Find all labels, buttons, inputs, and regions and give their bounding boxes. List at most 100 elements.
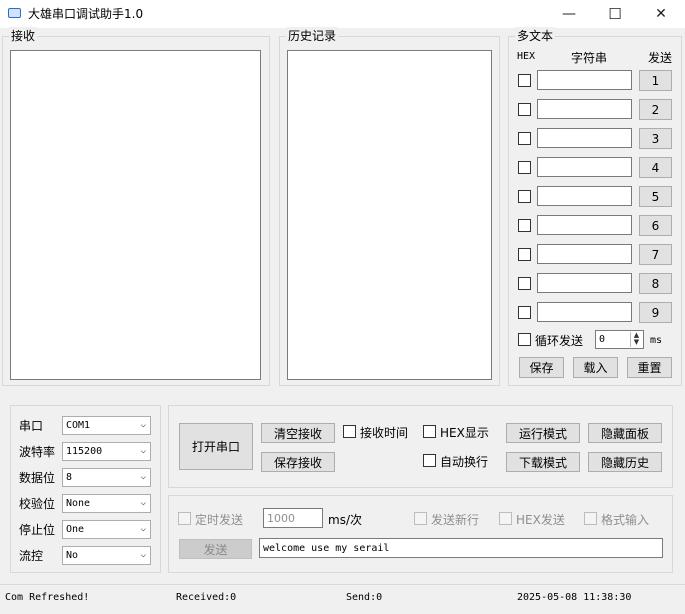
- multitext-send-button[interactable]: 7: [639, 244, 672, 265]
- save-button[interactable]: 保存: [519, 357, 564, 378]
- send-count: Send:0: [346, 592, 383, 603]
- port-setting-label: 数据位: [19, 471, 56, 485]
- port-setting-value: COM1: [66, 420, 91, 431]
- multitext-hex-checkbox[interactable]: [518, 132, 531, 145]
- status-message: Com Refreshed!: [5, 592, 90, 603]
- hex-send-checkbox[interactable]: [499, 512, 512, 525]
- format-input-label: 格式输入: [601, 513, 650, 527]
- port-setting-value: No: [66, 550, 79, 561]
- port-setting-value: One: [66, 524, 85, 535]
- loop-send-label: 循环发送: [535, 334, 584, 348]
- multitext-string-input[interactable]: [537, 99, 632, 119]
- open-port-button[interactable]: 打开串口: [179, 423, 253, 470]
- multitext-string-input[interactable]: [537, 157, 632, 177]
- multitext-send-button[interactable]: 6: [639, 215, 672, 236]
- hex-display-checkbox[interactable]: [423, 425, 436, 438]
- hex-column-header: HEX: [517, 51, 536, 62]
- port-setting-select[interactable]: 8 ⌵: [62, 468, 151, 487]
- hide-history-button[interactable]: 隐藏历史: [588, 452, 662, 472]
- chevron-down-icon[interactable]: ⌵: [141, 498, 146, 508]
- spinner-arrows-icon[interactable]: ▲ ▼: [630, 332, 642, 347]
- chevron-down-icon[interactable]: ⌵: [141, 420, 146, 430]
- history-label: 历史记录: [286, 27, 339, 44]
- multitext-send-button[interactable]: 5: [639, 186, 672, 207]
- save-receive-button[interactable]: 保存接收: [261, 452, 335, 472]
- port-setting-select[interactable]: 115200 ⌵: [62, 442, 151, 461]
- multitext-send-button[interactable]: 4: [639, 157, 672, 178]
- multitext-send-button[interactable]: 1: [639, 70, 672, 91]
- multitext-hex-checkbox[interactable]: [518, 74, 531, 87]
- multitext-hex-checkbox[interactable]: [518, 277, 531, 290]
- send-group: [168, 495, 673, 573]
- send-text-input[interactable]: welcome use my serail: [259, 538, 663, 558]
- port-setting-select[interactable]: None ⌵: [62, 494, 151, 513]
- port-setting-label: 串口: [19, 419, 44, 433]
- multitext-hex-checkbox[interactable]: [518, 306, 531, 319]
- port-setting-select[interactable]: COM1 ⌵: [62, 416, 151, 435]
- multitext-string-input[interactable]: [537, 215, 632, 235]
- multitext-hex-checkbox[interactable]: [518, 219, 531, 232]
- send-newline-label: 发送新行: [431, 513, 480, 527]
- port-setting-select[interactable]: No ⌵: [62, 546, 151, 565]
- multitext-string-input[interactable]: [537, 302, 632, 322]
- auto-newline-label: 自动换行: [440, 455, 489, 469]
- multitext-send-button[interactable]: 3: [639, 128, 672, 149]
- port-setting-label: 流控: [19, 549, 44, 563]
- load-button[interactable]: 载入: [573, 357, 618, 378]
- title-bar: 大雄串口调试助手1.0 — ☐ ✕: [0, 0, 685, 28]
- chevron-down-icon[interactable]: ⌵: [141, 524, 146, 534]
- hide-panel-button[interactable]: 隐藏面板: [588, 423, 662, 443]
- chevron-down-icon[interactable]: ⌵: [141, 446, 146, 456]
- receive-time-label: 接收时间: [360, 426, 409, 440]
- clear-receive-button[interactable]: 清空接收: [261, 423, 335, 443]
- port-setting-select[interactable]: One ⌵: [62, 520, 151, 539]
- multitext-hex-checkbox[interactable]: [518, 190, 531, 203]
- window-title: 大雄串口调试助手1.0: [28, 7, 144, 21]
- multitext-hex-checkbox[interactable]: [518, 161, 531, 174]
- history-textarea[interactable]: [287, 50, 492, 380]
- format-input-checkbox[interactable]: [584, 512, 597, 525]
- received-count: Received:0: [176, 592, 237, 603]
- send-newline-checkbox[interactable]: [414, 512, 427, 525]
- minimize-button[interactable]: —: [546, 0, 592, 28]
- maximize-button[interactable]: ☐: [592, 0, 638, 28]
- multitext-string-input[interactable]: [537, 186, 632, 206]
- status-bar: Com Refreshed! Received:0 Send:0 2025-05…: [0, 584, 685, 614]
- port-setting-value: None: [66, 498, 91, 509]
- loop-unit: ms: [650, 335, 663, 346]
- loop-interval-input[interactable]: 0 ▲ ▼: [595, 330, 644, 349]
- multitext-string-input[interactable]: [537, 128, 632, 148]
- loop-interval-value: 0: [599, 334, 606, 345]
- multitext-label: 多文本: [515, 27, 556, 44]
- chevron-down-icon[interactable]: ⌵: [141, 550, 146, 560]
- send-text-value: welcome use my serail: [263, 543, 390, 554]
- interval-input[interactable]: 1000: [263, 508, 323, 528]
- chevron-down-icon[interactable]: ⌵: [141, 472, 146, 482]
- run-mode-button[interactable]: 运行模式: [506, 423, 580, 443]
- timed-send-checkbox[interactable]: [178, 512, 191, 525]
- timed-send-label: 定时发送: [195, 513, 244, 527]
- app-icon: [8, 8, 21, 18]
- receive-time-checkbox[interactable]: [343, 425, 356, 438]
- multitext-string-input[interactable]: [537, 70, 632, 90]
- multitext-send-button[interactable]: 8: [639, 273, 672, 294]
- multitext-send-button[interactable]: 2: [639, 99, 672, 120]
- string-column-header: 字符串: [571, 51, 608, 65]
- close-button[interactable]: ✕: [638, 0, 684, 28]
- status-datetime: 2025-05-08 11:38:30: [517, 592, 632, 603]
- send-button[interactable]: 发送: [179, 539, 252, 559]
- receive-textarea[interactable]: [10, 50, 261, 380]
- multitext-string-input[interactable]: [537, 244, 632, 264]
- port-setting-value: 8: [66, 472, 73, 483]
- multitext-hex-checkbox[interactable]: [518, 103, 531, 116]
- reset-button[interactable]: 重置: [627, 357, 672, 378]
- multitext-hex-checkbox[interactable]: [518, 248, 531, 261]
- download-mode-button[interactable]: 下载模式: [506, 452, 580, 472]
- multitext-send-button[interactable]: 9: [639, 302, 672, 323]
- auto-newline-checkbox[interactable]: [423, 454, 436, 467]
- hex-send-label: HEX发送: [516, 513, 565, 527]
- port-setting-label: 波特率: [19, 445, 56, 459]
- receive-label: 接收: [9, 27, 38, 44]
- multitext-string-input[interactable]: [537, 273, 632, 293]
- loop-send-checkbox[interactable]: [518, 333, 531, 346]
